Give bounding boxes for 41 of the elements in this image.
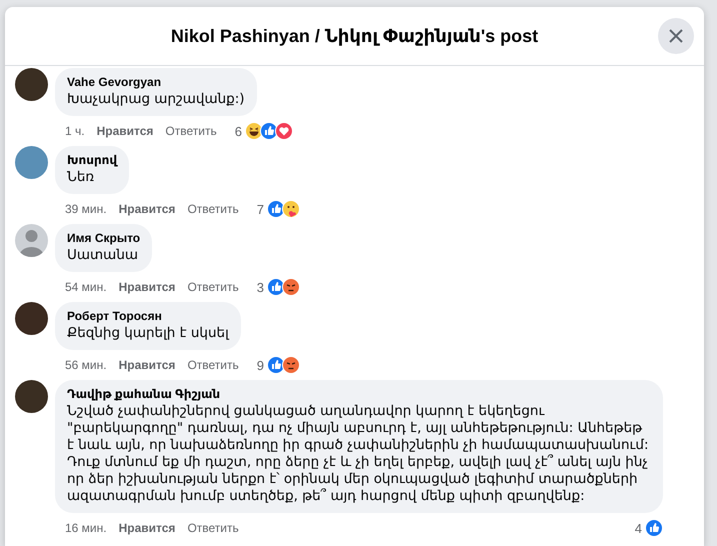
like-link[interactable]: Нравится [118, 358, 176, 372]
reaction-count[interactable]: 7 [256, 202, 264, 216]
comment-time[interactable]: 1 ч. [65, 124, 85, 138]
comment-text: Նշված չափանիշներով ցանկացած աղանդավոր կարող է եկեղեցու "բարեկարգողը" դառնալ, դա ոչ միայն աբսուրդ է, այլ անհեթեթություն: Անհեթեթ է նաև այն, որ նախաձեռնողը իր գրած չափանիշներին չի համապատասխանում: Դուք մտնում եք մի դաշտ, որը ձերը չէ և չի եղել երբեք, ավելի լավ չէ՞ անել այն ինչ որ ձեր իշխանության ներքո է՝ օրինակ մեր օկուպացված լեգիտիմ տարածքների ազատագրման խումբ ստեղծեք, թե՞ այդ հարցով մենք պիտի զբաղվենք: [67, 403, 650, 505]
like-link[interactable]: Нравится [118, 280, 176, 294]
comment-author[interactable]: Խոսրով [67, 153, 118, 167]
reply-link[interactable]: Ответить [187, 202, 239, 216]
hugging-face-icon [282, 200, 300, 218]
close-button[interactable] [658, 18, 694, 54]
comment-time[interactable]: 39 мин. [65, 202, 107, 216]
avatar-photo[interactable] [15, 380, 48, 413]
comment-text: Խաչակրաց արշավանք:) [67, 91, 245, 108]
comment-text: Սատանա [67, 247, 140, 264]
comment-author[interactable]: Դավիթ քահանա Գիշյան [67, 387, 651, 401]
reply-link[interactable]: Ответить [187, 521, 239, 535]
comment-author[interactable]: Vahe Gevorgyan [67, 75, 245, 89]
reaction-count[interactable]: 3 [256, 280, 264, 294]
angry-face-icon [282, 356, 300, 374]
dialog-title: Nikol Pashinyan / Նիկոլ Փաշինյան's post [170, 26, 538, 46]
comment-text: Քեզնից կարելի է սկսել [67, 325, 229, 342]
reply-link[interactable]: Ответить [187, 358, 239, 372]
reply-link[interactable]: Ответить [165, 124, 217, 138]
reaction-count[interactable]: 6 [234, 124, 242, 138]
comment-time[interactable]: 16 мин. [65, 521, 107, 535]
comment-time[interactable]: 54 мин. [65, 280, 107, 294]
like-link[interactable]: Нравится [118, 202, 176, 216]
avatar-photo[interactable] [15, 302, 48, 335]
angry-face-icon [282, 278, 300, 296]
avatar-photo[interactable] [15, 68, 48, 101]
close-icon [668, 28, 684, 44]
comment-text: Նեռ [67, 169, 96, 186]
reply-link[interactable]: Ответить [187, 280, 239, 294]
default-avatar[interactable] [15, 224, 48, 257]
comment-author[interactable]: Роберт Торосян [67, 309, 229, 323]
reaction-count[interactable]: 4 [634, 520, 642, 536]
comment-author[interactable]: Имя Скрыто [67, 231, 140, 245]
like-link[interactable]: Нравится [118, 521, 176, 535]
comment-time[interactable]: 56 мин. [65, 358, 107, 372]
like-link[interactable]: Нравится [96, 124, 154, 138]
like-icon [645, 519, 663, 537]
reaction-count[interactable]: 9 [256, 358, 264, 372]
